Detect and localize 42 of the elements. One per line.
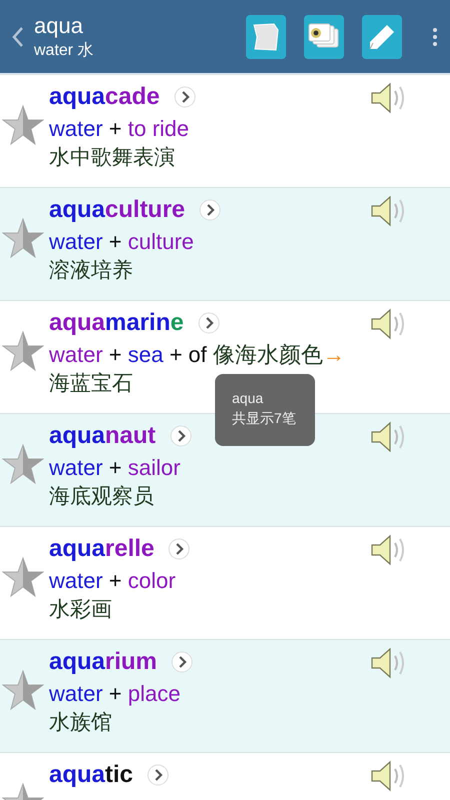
headword: aquarelle <box>49 535 154 563</box>
headword: aquatic <box>49 761 134 789</box>
chevron-right-icon[interactable] <box>171 651 194 673</box>
star-icon[interactable] <box>2 670 44 710</box>
chevron-right-icon[interactable] <box>174 86 196 108</box>
etymology-text: water + sea + of 像海水颜色→ <box>49 341 345 369</box>
paper-icon[interactable] <box>246 14 286 58</box>
star-icon[interactable] <box>2 105 44 145</box>
etymology-text: water + sailor <box>49 454 180 482</box>
meaning-text: 水彩画 <box>49 597 112 623</box>
chevron-right-icon[interactable] <box>168 538 190 560</box>
chevron-right-icon[interactable] <box>198 312 220 334</box>
chevron-right-icon[interactable] <box>199 199 222 221</box>
star-icon[interactable] <box>2 444 44 484</box>
headword: aquaculture <box>49 196 186 224</box>
meaning-text: 水中歌舞表演 <box>49 145 175 171</box>
back-chevron-icon <box>12 26 24 48</box>
star-icon[interactable] <box>2 557 44 597</box>
flashcards-icon[interactable] <box>304 14 344 58</box>
etymology-text: water + place <box>49 680 180 708</box>
etymology-text: water + color <box>49 567 176 595</box>
toast-title: aqua <box>232 389 264 408</box>
meaning-text: 水族馆 <box>49 710 112 736</box>
headword: aquarium <box>49 648 158 676</box>
meaning-text: 溶液培养 <box>49 258 133 284</box>
etymology-text: water + to ride <box>49 115 190 143</box>
star-icon[interactable] <box>2 331 44 371</box>
star-icon[interactable] <box>2 218 44 258</box>
meaning-text: 海蓝宝石 <box>49 371 133 397</box>
etymology-text: water + culture <box>49 228 194 256</box>
pencil-icon[interactable] <box>362 14 402 58</box>
meaning-text: 海底观察员 <box>49 484 154 510</box>
chevron-right-icon[interactable] <box>147 764 170 786</box>
header-subtitle: water 水 <box>34 40 95 60</box>
headword: aquamarine <box>49 309 184 337</box>
word-row[interactable]: aquatic <box>0 753 450 800</box>
header-title: aqua <box>34 12 84 40</box>
chevron-right-icon[interactable] <box>170 425 192 447</box>
word-row[interactable]: aquarium water + place 水族馆 <box>0 640 450 753</box>
headword: aquacade <box>49 83 160 111</box>
headword: aquanaut <box>49 422 156 450</box>
word-row[interactable]: aquaculture water + culture 溶液培养 <box>0 188 450 301</box>
